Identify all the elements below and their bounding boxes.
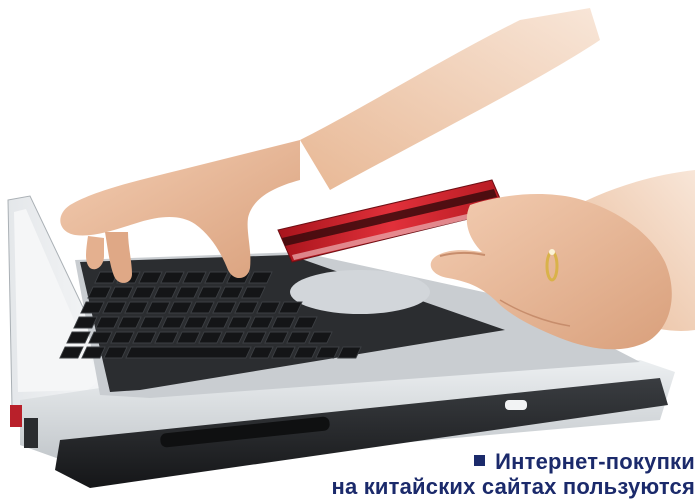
left-arm xyxy=(300,8,600,190)
caption-line-2: на китайских сайтах пользуются xyxy=(331,474,695,500)
caption-text-2: на китайских сайтах пользуются xyxy=(331,474,695,499)
photo-illustration xyxy=(7,8,695,488)
caption-bullet-icon xyxy=(474,455,486,466)
caption-line-1: Интернет-покупки xyxy=(474,449,695,475)
caption-text-1: Интернет-покупки xyxy=(495,449,695,474)
